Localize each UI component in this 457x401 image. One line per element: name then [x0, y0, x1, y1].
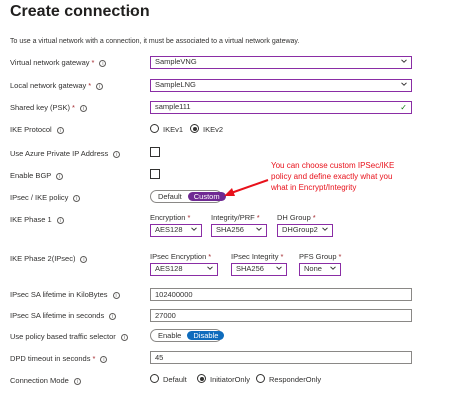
info-icon[interactable]: i: [113, 150, 121, 158]
psk-value: sample111: [155, 102, 191, 111]
mode-initiator-label: InitiatorOnly: [210, 375, 251, 384]
annotation-line-3: what in Encrypt/Integrity: [271, 183, 357, 192]
phase1-encryption-value: AES128: [155, 225, 183, 234]
phase1-integrity-select[interactable]: SHA256: [211, 224, 267, 237]
required-marker: *: [91, 58, 95, 67]
ts-selector-toggle[interactable]: Enable Disable: [150, 329, 225, 342]
lng-label: Local network gateway * i: [10, 81, 104, 90]
sa-sec-input[interactable]: 27000: [150, 309, 412, 322]
dpd-label: DPD timeout in seconds * i: [10, 354, 108, 363]
mode-default-label: Default: [163, 375, 187, 384]
checkmark-icon: ✓: [400, 103, 407, 112]
policy-toggle[interactable]: Default Custom: [150, 190, 226, 203]
ts-enable-option[interactable]: Enable: [152, 331, 187, 340]
phase2-pfs-value: None: [304, 264, 322, 273]
ikev1-label: IKEv1: [163, 125, 184, 134]
mode-initiator-radio[interactable]: [197, 374, 206, 383]
chevron-down-icon: [401, 82, 407, 86]
chevron-down-icon: [191, 227, 197, 231]
phase2-integrity-label: IPsec Integrity *: [231, 252, 284, 261]
info-icon[interactable]: i: [96, 82, 104, 90]
annotation-line-2: policy and define exactly what you: [271, 172, 393, 181]
phase2-integrity-value: SHA256: [236, 264, 264, 273]
phase1-dh-value: DHGroup2: [282, 225, 318, 234]
required-marker: *: [88, 81, 92, 90]
private-ip-checkbox[interactable]: [150, 147, 160, 157]
chevron-down-icon: [401, 59, 407, 63]
lng-select[interactable]: SampleLNG: [150, 79, 412, 92]
vng-select[interactable]: SampleVNG: [150, 56, 412, 69]
phase2-encryption-value: AES128: [155, 264, 183, 273]
mode-responder-label: ResponderOnly: [269, 375, 322, 384]
intro-text: To use a virtual network with a connecti…: [10, 38, 300, 45]
bgp-checkbox[interactable]: [150, 169, 160, 179]
phase1-encryption-select[interactable]: AES128: [150, 224, 202, 237]
annotation-arrow-icon: [224, 179, 269, 196]
info-icon[interactable]: i: [112, 291, 120, 299]
ts-selector-label: Use policy based traffic selector i: [10, 332, 128, 341]
vng-label: Virtual network gateway * i: [10, 58, 107, 67]
chevron-down-icon: [322, 227, 328, 231]
info-icon[interactable]: i: [56, 126, 64, 134]
psk-input[interactable]: sample111 ✓: [150, 101, 412, 114]
dpd-input[interactable]: 45: [150, 351, 412, 364]
phase1-dh-label: DH Group *: [277, 213, 316, 222]
policy-custom-option[interactable]: Custom: [187, 192, 226, 201]
sa-kb-label: IPsec SA lifetime in KiloBytes i: [10, 290, 120, 299]
phase2-encryption-label: IPsec Encryption *: [150, 252, 212, 261]
phase1-integrity-value: SHA256: [216, 225, 244, 234]
vng-value: SampleVNG: [155, 57, 197, 66]
phase2-integrity-select[interactable]: SHA256: [231, 263, 287, 276]
info-icon[interactable]: i: [56, 172, 64, 180]
policy-default-option[interactable]: Default: [152, 192, 188, 201]
phase2-pfs-select[interactable]: None: [299, 263, 341, 276]
info-icon[interactable]: i: [109, 312, 117, 320]
more-options-icon[interactable]: ···: [128, 6, 141, 17]
ikev2-label: IKEv2: [203, 125, 224, 134]
phase2-pfs-label: PFS Group *: [299, 252, 342, 261]
ts-disable-option[interactable]: Disable: [187, 331, 225, 340]
sa-sec-label: IPsec SA lifetime in seconds i: [10, 311, 117, 320]
phase1-integrity-label: Integrity/PRF *: [211, 213, 260, 222]
info-icon[interactable]: i: [80, 255, 88, 263]
info-icon[interactable]: i: [100, 355, 108, 363]
sa-kb-input[interactable]: 102400000: [150, 288, 412, 301]
phase2-encryption-select[interactable]: AES128: [150, 263, 218, 276]
ikev1-radio[interactable]: [150, 124, 159, 133]
chevron-down-icon: [330, 266, 336, 270]
phase1-dh-select[interactable]: DHGroup2: [277, 224, 333, 237]
ike-phase1-label: IKE Phase 1i: [10, 215, 64, 224]
policy-label: IPsec / IKE policy i: [10, 193, 81, 202]
ikev2-radio[interactable]: [190, 124, 199, 133]
ike-phase2-label: IKE Phase 2(IPsec) i: [10, 254, 88, 263]
annotation-line-1: You can choose custom IPSec/IKE: [271, 161, 395, 170]
bgp-label: Enable BGP i: [10, 171, 64, 180]
info-icon[interactable]: i: [73, 377, 81, 385]
info-icon[interactable]: i: [79, 104, 87, 112]
ike-protocol-label: IKE Protocol i: [10, 125, 64, 134]
mode-responder-radio[interactable]: [256, 374, 265, 383]
required-marker: *: [72, 103, 75, 112]
info-icon[interactable]: i: [56, 216, 64, 224]
chevron-down-icon: [207, 266, 213, 270]
phase1-encryption-label: Encryption *: [150, 213, 191, 222]
info-icon[interactable]: i: [120, 333, 128, 341]
lng-value: SampleLNG: [155, 80, 196, 89]
chevron-down-icon: [276, 266, 282, 270]
private-ip-label: Use Azure Private IP Address i: [10, 149, 121, 158]
psk-label: Shared key (PSK) * i: [10, 103, 87, 112]
required-marker: *: [92, 354, 96, 363]
info-icon[interactable]: i: [99, 59, 107, 67]
info-icon[interactable]: i: [73, 194, 81, 202]
mode-default-radio[interactable]: [150, 374, 159, 383]
conn-mode-label: Connection Mode i: [10, 376, 81, 385]
chevron-down-icon: [256, 227, 262, 231]
